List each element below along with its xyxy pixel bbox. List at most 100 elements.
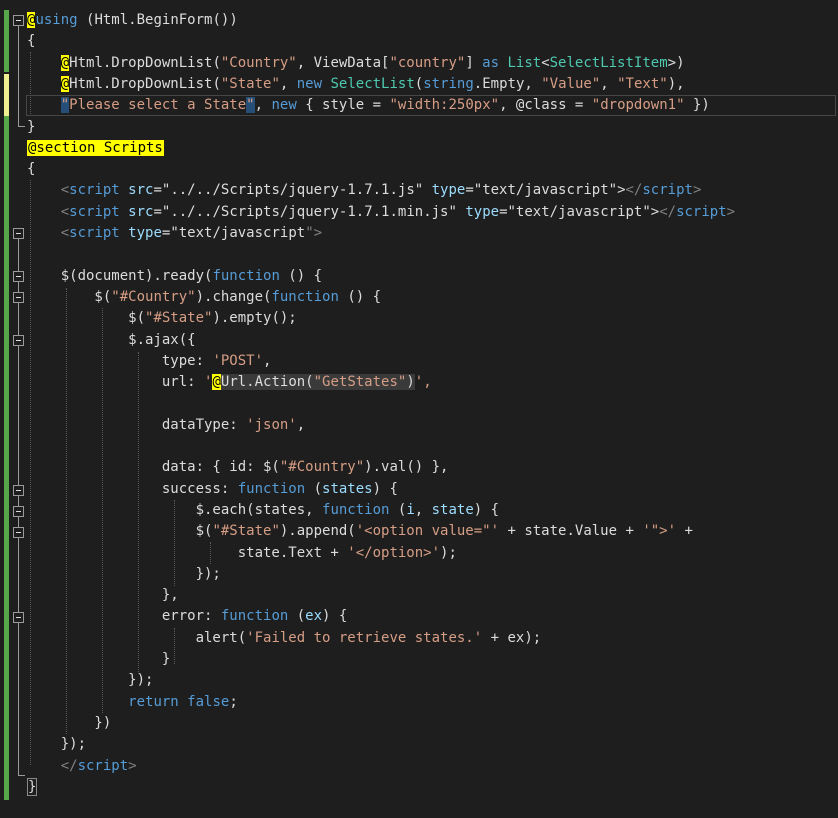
code-token: ()) — [212, 12, 238, 28]
code-token: List — [507, 54, 542, 71]
collapse-toggle-icon[interactable] — [13, 612, 24, 623]
code-line[interactable]: error: function (ex) { — [27, 606, 347, 627]
code-token: type — [128, 225, 162, 241]
code-line[interactable]: @Html.DropDownList("State", new SelectLi… — [27, 74, 685, 95]
code-line[interactable]: $("#State").append('<option value="' + s… — [27, 521, 693, 542]
code-token: " — [60, 97, 70, 114]
code-token: "dropdown1" — [591, 97, 685, 114]
code-line[interactable]: } — [27, 649, 170, 670]
code-line[interactable]: @using (Html.BeginForm()) — [27, 10, 238, 31]
code-token: new — [271, 97, 297, 114]
code-token: text/javascript — [178, 225, 306, 241]
code-token: "width:250px" — [389, 97, 500, 114]
code-token: ( — [389, 501, 407, 518]
code-token: ; — [229, 693, 238, 710]
code-line[interactable]: alert('Failed to retrieve states.' + ex)… — [27, 628, 542, 649]
code-token: }); — [27, 736, 87, 753]
code-line[interactable]: $("#Country").change(function () { — [27, 287, 381, 308]
code-line[interactable]: @section Scripts — [27, 138, 164, 159]
collapse-toggle-icon[interactable] — [13, 15, 24, 26]
code-token: Please select a State — [69, 97, 247, 114]
code-token: url: — [27, 374, 205, 391]
code-token: "#State" — [145, 310, 213, 327]
code-line[interactable]: return false; — [27, 692, 238, 713]
code-line[interactable]: @Html.DropDownList("Country", ViewData["… — [27, 53, 685, 74]
outline-line — [18, 775, 25, 776]
collapse-toggle-icon[interactable] — [13, 271, 24, 282]
code-line[interactable]: <script type="text/javascript"> — [27, 223, 322, 244]
code-token: ); — [440, 544, 457, 561]
code-token: src — [128, 203, 154, 220]
code-editor[interactable]: @using (Html.BeginForm()) { @Html.DropDow… — [0, 0, 838, 818]
code-line[interactable]: }); — [27, 734, 86, 755]
code-token: </ — [60, 757, 78, 774]
code-token: text/javascript — [482, 182, 609, 199]
code-line[interactable]: $(document).ready(function () { — [27, 266, 322, 287]
code-line[interactable]: </script> — [27, 756, 137, 777]
code-token: < — [60, 225, 70, 241]
code-line[interactable]: }) — [27, 713, 111, 734]
code-line[interactable]: data: { id: $("#Country").val() }, — [27, 457, 449, 478]
code-token: () { — [338, 288, 382, 305]
code-line[interactable]: $.ajax({ — [27, 330, 195, 351]
code-token: Html.DropDownList( — [69, 75, 221, 92]
code-token: ( — [414, 75, 424, 92]
code-token: '</option>' — [347, 544, 441, 561]
collapse-toggle-icon[interactable] — [13, 506, 24, 517]
collapse-toggle-icon[interactable] — [13, 292, 24, 303]
code-line[interactable]: }); — [27, 564, 221, 585]
code-token: + — [676, 523, 693, 540]
collapse-toggle-icon[interactable] — [13, 228, 24, 239]
code-token: function — [212, 267, 280, 284]
code-token: success: — [27, 480, 238, 497]
code-line[interactable]: } — [27, 117, 35, 138]
code-token: alert( — [27, 629, 247, 646]
code-line[interactable]: { — [27, 31, 35, 52]
code-token: } — [27, 118, 36, 135]
code-line[interactable]: <script src="../../Scripts/jquery-1.7.1.… — [27, 180, 702, 201]
code-line[interactable]: type: 'POST', — [27, 351, 272, 372]
code-token: script — [69, 225, 120, 241]
code-token: '">' — [642, 523, 677, 540]
code-token: ).val() }, — [364, 459, 449, 476]
code-token: data: { id: $( — [27, 459, 280, 476]
code-token: </ — [625, 182, 643, 199]
code-line[interactable]: success: function (states) { — [27, 479, 398, 500]
collapse-toggle-icon[interactable] — [13, 527, 24, 538]
collapse-toggle-icon[interactable] — [13, 485, 24, 496]
code-token: () { — [279, 267, 323, 284]
code-token: =" — [153, 203, 171, 220]
collapse-toggle-icon[interactable] — [13, 335, 24, 346]
code-line[interactable]: <script src="../../Scripts/jquery-1.7.1.… — [27, 202, 735, 223]
code-line[interactable]: $("#State").empty(); — [27, 308, 297, 329]
code-token: , — [600, 75, 618, 92]
code-token: ) — [406, 374, 415, 391]
code-token: }) — [27, 714, 112, 731]
code-token: error: — [27, 608, 221, 625]
code-token: dataType: — [27, 416, 247, 433]
code-token: =" — [161, 225, 179, 241]
code-line[interactable]: }, — [27, 585, 179, 606]
code-token: , — [263, 352, 272, 369]
code-line[interactable]: state.Text + '</option>'); — [27, 543, 457, 564]
code-line[interactable]: { — [27, 159, 35, 180]
code-line[interactable]: }); — [27, 670, 153, 691]
code-token: '<option value="' — [355, 523, 500, 540]
code-line[interactable]: url: '@Url.Action("GetStates")', — [27, 372, 432, 393]
code-token: state.Text + — [27, 544, 348, 561]
code-line[interactable]: dataType: 'json', — [27, 415, 305, 436]
code-token: , — [296, 416, 306, 433]
code-token: { — [27, 33, 36, 50]
code-token: }); — [27, 672, 154, 689]
code-line[interactable]: "Please select a State", new { style = "… — [27, 95, 710, 116]
code-token: ', — [414, 374, 432, 391]
code-token: Html.DropDownList( — [69, 54, 221, 71]
code-line[interactable]: $.each(states, function (i, state) { — [27, 500, 500, 521]
code-line[interactable]: } — [27, 777, 38, 798]
code-token: =" — [465, 182, 483, 199]
code-token: " — [448, 203, 466, 220]
